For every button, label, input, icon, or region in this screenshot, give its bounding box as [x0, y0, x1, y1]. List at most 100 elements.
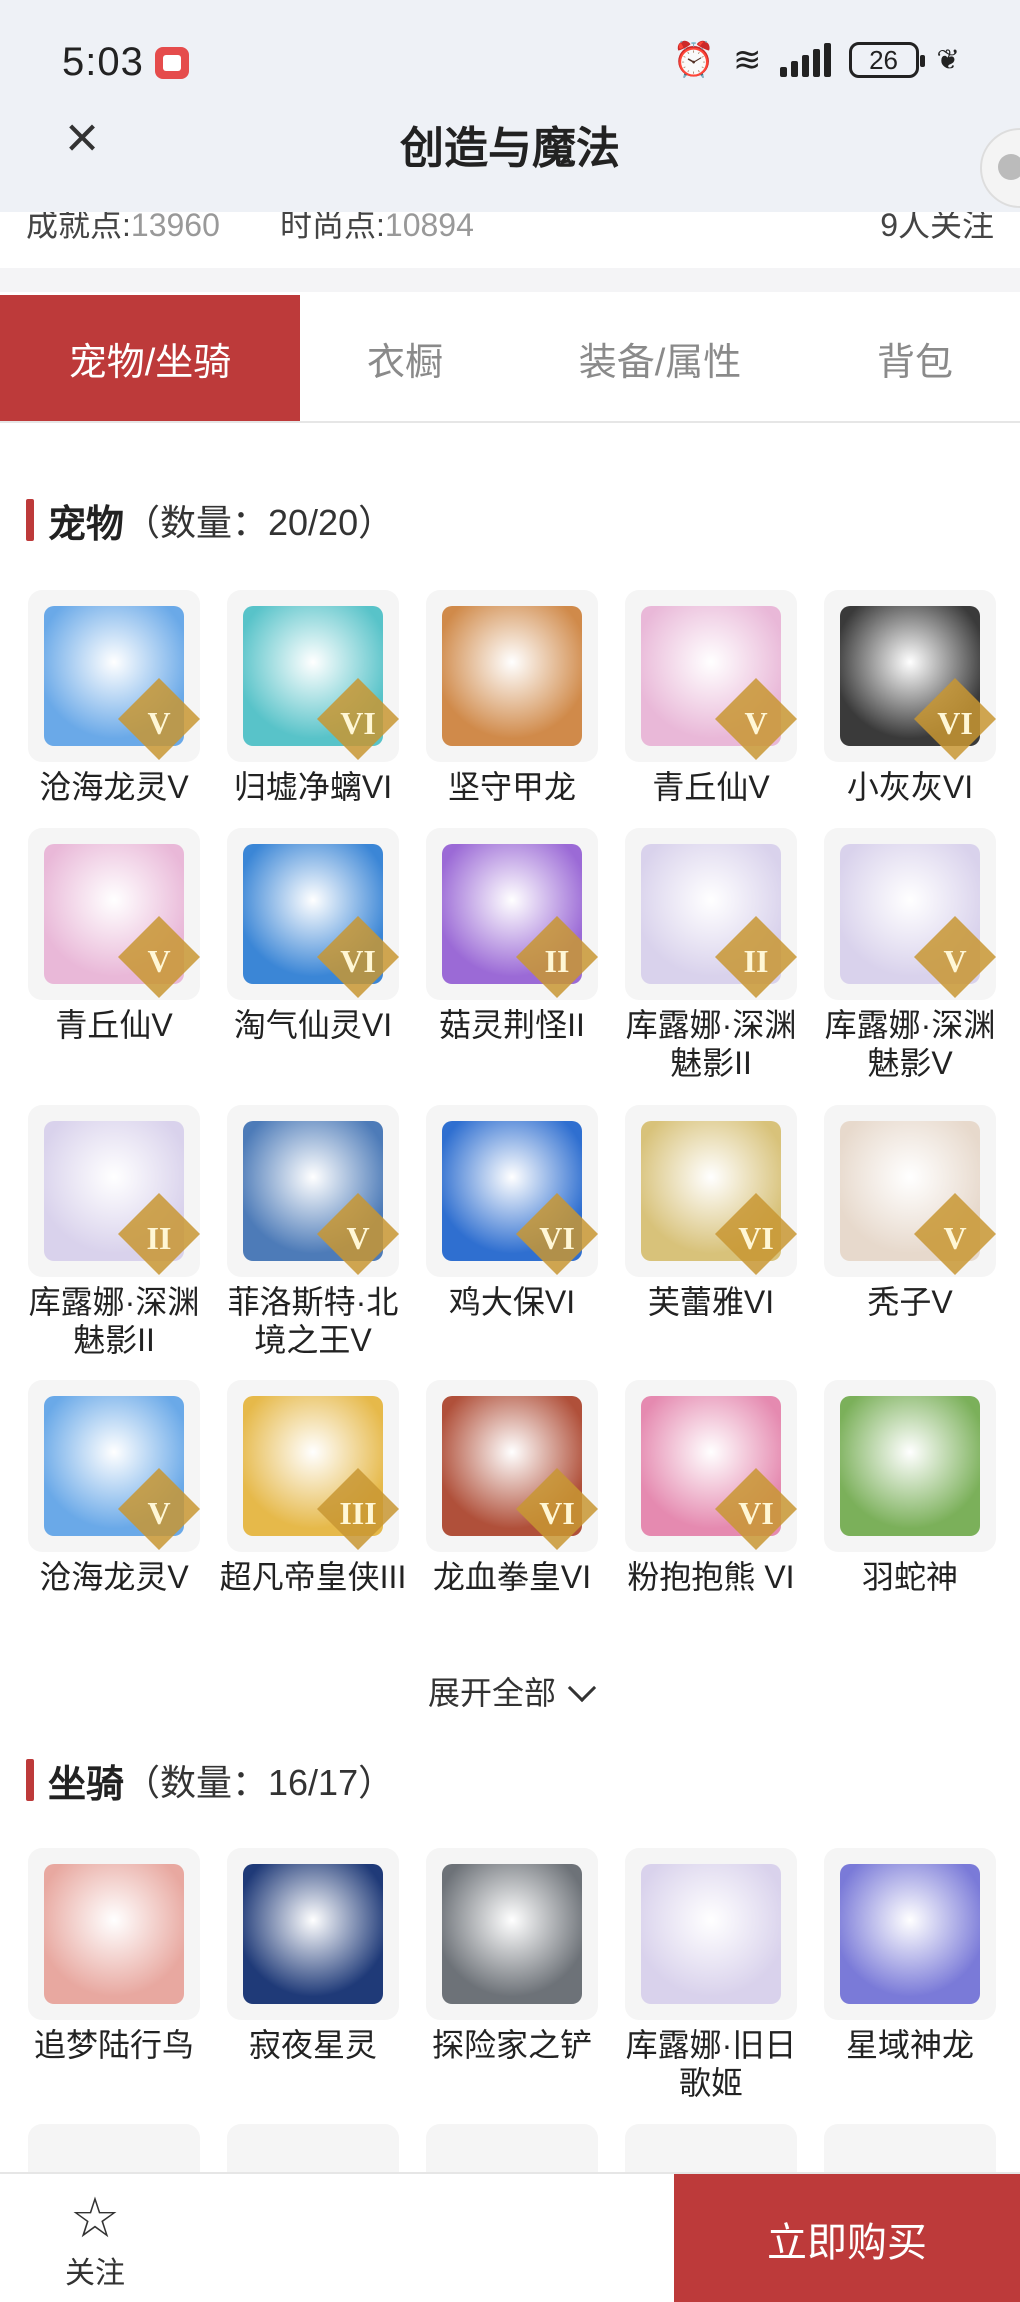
item-thumbnail: [625, 1848, 797, 2020]
item-thumbnail: [426, 1848, 598, 2020]
grade-badge-text: V: [147, 705, 171, 741]
grade-badge-text: II: [146, 1220, 172, 1256]
item-name: 库露娜·深渊魅影V: [824, 1007, 996, 1081]
item-card[interactable]: V 菲洛斯特·北境之王V: [227, 1105, 399, 1359]
item-name: 淘气仙灵VI: [233, 1007, 393, 1043]
grade-badge-text: V: [147, 1495, 171, 1531]
item-thumbnail: [824, 1848, 996, 2020]
item-thumbnail: V: [227, 1105, 399, 1277]
tab-backpack[interactable]: 背包: [810, 295, 1020, 421]
grade-badge-text: V: [943, 1220, 967, 1256]
fashion-points: 时尚点:10894: [280, 212, 474, 246]
item-thumbnail: VI: [426, 1380, 598, 1552]
chevron-down-icon: [567, 1673, 597, 1703]
item-name: 库露娜·旧日歌姬: [625, 2027, 797, 2101]
item-card[interactable]: V 沧海龙灵V: [28, 1380, 200, 1596]
item-thumbnail: VI: [227, 828, 399, 1000]
item-name: 归墟净螭VI: [233, 769, 393, 805]
followers-count: 9人关注: [880, 212, 994, 243]
grade-badge-text: II: [743, 943, 769, 979]
item-card[interactable]: 羽蛇神: [824, 1380, 996, 1596]
item-card[interactable]: III 超凡帝皇侠III: [220, 1380, 406, 1596]
grade-badge-text: III: [339, 1495, 377, 1531]
grade-badge-text: V: [346, 1220, 370, 1256]
item-name: 青丘仙V: [652, 769, 770, 805]
item-name: 沧海龙灵V: [39, 769, 189, 805]
item-thumbnail: II: [625, 828, 797, 1000]
item-card[interactable]: 探险家之铲: [426, 1848, 598, 2064]
item-image: [840, 1396, 980, 1536]
alarm-icon: ⏰: [672, 41, 716, 79]
item-thumbnail[interactable]: [625, 2124, 797, 2172]
expand-all-button[interactable]: 展开全部: [0, 1668, 1020, 1714]
item-thumbnail: V: [28, 828, 200, 1000]
item-thumbnail[interactable]: [824, 2124, 996, 2172]
item-name: 库露娜·深渊魅影II: [625, 1007, 797, 1081]
item-card[interactable]: II 菇灵荆怪II: [426, 828, 598, 1044]
item-thumbnail: II: [28, 1105, 200, 1277]
tab-equipment[interactable]: 装备/属性: [510, 295, 810, 421]
item-card[interactable]: VI 芙蕾雅VI: [625, 1105, 797, 1321]
achievement-label: 成就点:: [26, 212, 131, 243]
item-name: 追梦陆行鸟: [33, 2027, 194, 2063]
grade-badge-text: II: [544, 943, 570, 979]
status-icons: ⏰ ≋ 26 ❦: [673, 40, 960, 80]
tab-pets-mounts[interactable]: 宠物/坐骑: [0, 295, 300, 421]
section-name: 坐骑: [48, 1763, 125, 1806]
tab-wardrobe[interactable]: 衣橱: [300, 295, 510, 421]
item-card[interactable]: II 库露娜·深渊魅影II: [625, 828, 797, 1082]
grade-badge-text: VI: [738, 1495, 774, 1531]
item-card[interactable]: VI 鸡大保VI: [426, 1105, 598, 1321]
item-card[interactable]: V 沧海龙灵V: [28, 590, 200, 806]
item-card[interactable]: VI 小灰灰VI: [824, 590, 996, 806]
section-name: 宠物: [48, 503, 125, 546]
item-card[interactable]: V 秃子V: [824, 1105, 996, 1321]
item-name: 芙蕾雅VI: [647, 1284, 775, 1320]
item-card[interactable]: 坚守甲龙: [426, 590, 598, 806]
item-card[interactable]: VI 龙血拳皇VI: [426, 1380, 598, 1596]
item-name: 坚守甲龙: [447, 769, 576, 805]
item-card[interactable]: V 青丘仙V: [28, 828, 200, 1044]
item-thumbnail: V: [28, 590, 200, 762]
item-card[interactable]: VI 归墟净螭VI: [227, 590, 399, 806]
item-thumbnail[interactable]: [426, 2124, 598, 2172]
item-thumbnail: V: [824, 828, 996, 1000]
item-thumbnail: [824, 1380, 996, 1552]
follow-button[interactable]: ☆ 关注: [40, 2188, 150, 2292]
buy-now-button[interactable]: 立即购买: [674, 2174, 1020, 2302]
item-card[interactable]: 追梦陆行鸟: [28, 1848, 200, 2064]
item-card[interactable]: 寂夜星灵: [227, 1848, 399, 2064]
item-name: 秃子V: [867, 1284, 953, 1320]
leaf-icon: ❦: [936, 44, 960, 75]
item-card[interactable]: V 库露娜·深渊魅影V: [824, 828, 996, 1082]
grade-badge-text: VI: [539, 1220, 575, 1256]
mounts-section-title: 坐骑 （数量：16/17）: [26, 1755, 394, 1806]
item-card[interactable]: II 库露娜·深渊魅影II: [28, 1105, 200, 1359]
item-card[interactable]: VI 淘气仙灵VI: [227, 828, 399, 1044]
item-thumbnail: VI: [227, 590, 399, 762]
follow-label: 关注: [65, 2257, 125, 2290]
item-thumbnail[interactable]: [28, 2124, 200, 2172]
grade-badge-text: V: [147, 943, 171, 979]
item-card[interactable]: VI 粉抱抱熊 VI: [625, 1380, 797, 1596]
item-thumbnail: VI: [625, 1380, 797, 1552]
grade-badge-text: V: [744, 705, 768, 741]
grade-badge-text: VI: [937, 705, 973, 741]
item-thumbnail: III: [227, 1380, 399, 1552]
item-thumbnail: V: [625, 590, 797, 762]
grade-badge-text: VI: [340, 705, 376, 741]
section-accent: [26, 499, 34, 541]
item-card[interactable]: V 青丘仙V: [625, 590, 797, 806]
section-count: （数量：20/20）: [124, 502, 395, 543]
bottom-action-bar: ☆ 关注 立即购买: [0, 2172, 1020, 2302]
item-card[interactable]: 库露娜·旧日歌姬: [625, 1848, 797, 2102]
fashion-label: 时尚点:: [280, 212, 385, 243]
item-thumbnail: VI: [625, 1105, 797, 1277]
item-image: [641, 1864, 781, 2004]
item-card[interactable]: 星域神龙: [824, 1848, 996, 2064]
item-name: 菲洛斯特·北境之王V: [227, 1284, 399, 1358]
item-thumbnail: V: [28, 1380, 200, 1552]
item-thumbnail[interactable]: [227, 2124, 399, 2172]
grade-badge-text: VI: [340, 943, 376, 979]
item-name: 库露娜·深渊魅影II: [28, 1284, 200, 1358]
